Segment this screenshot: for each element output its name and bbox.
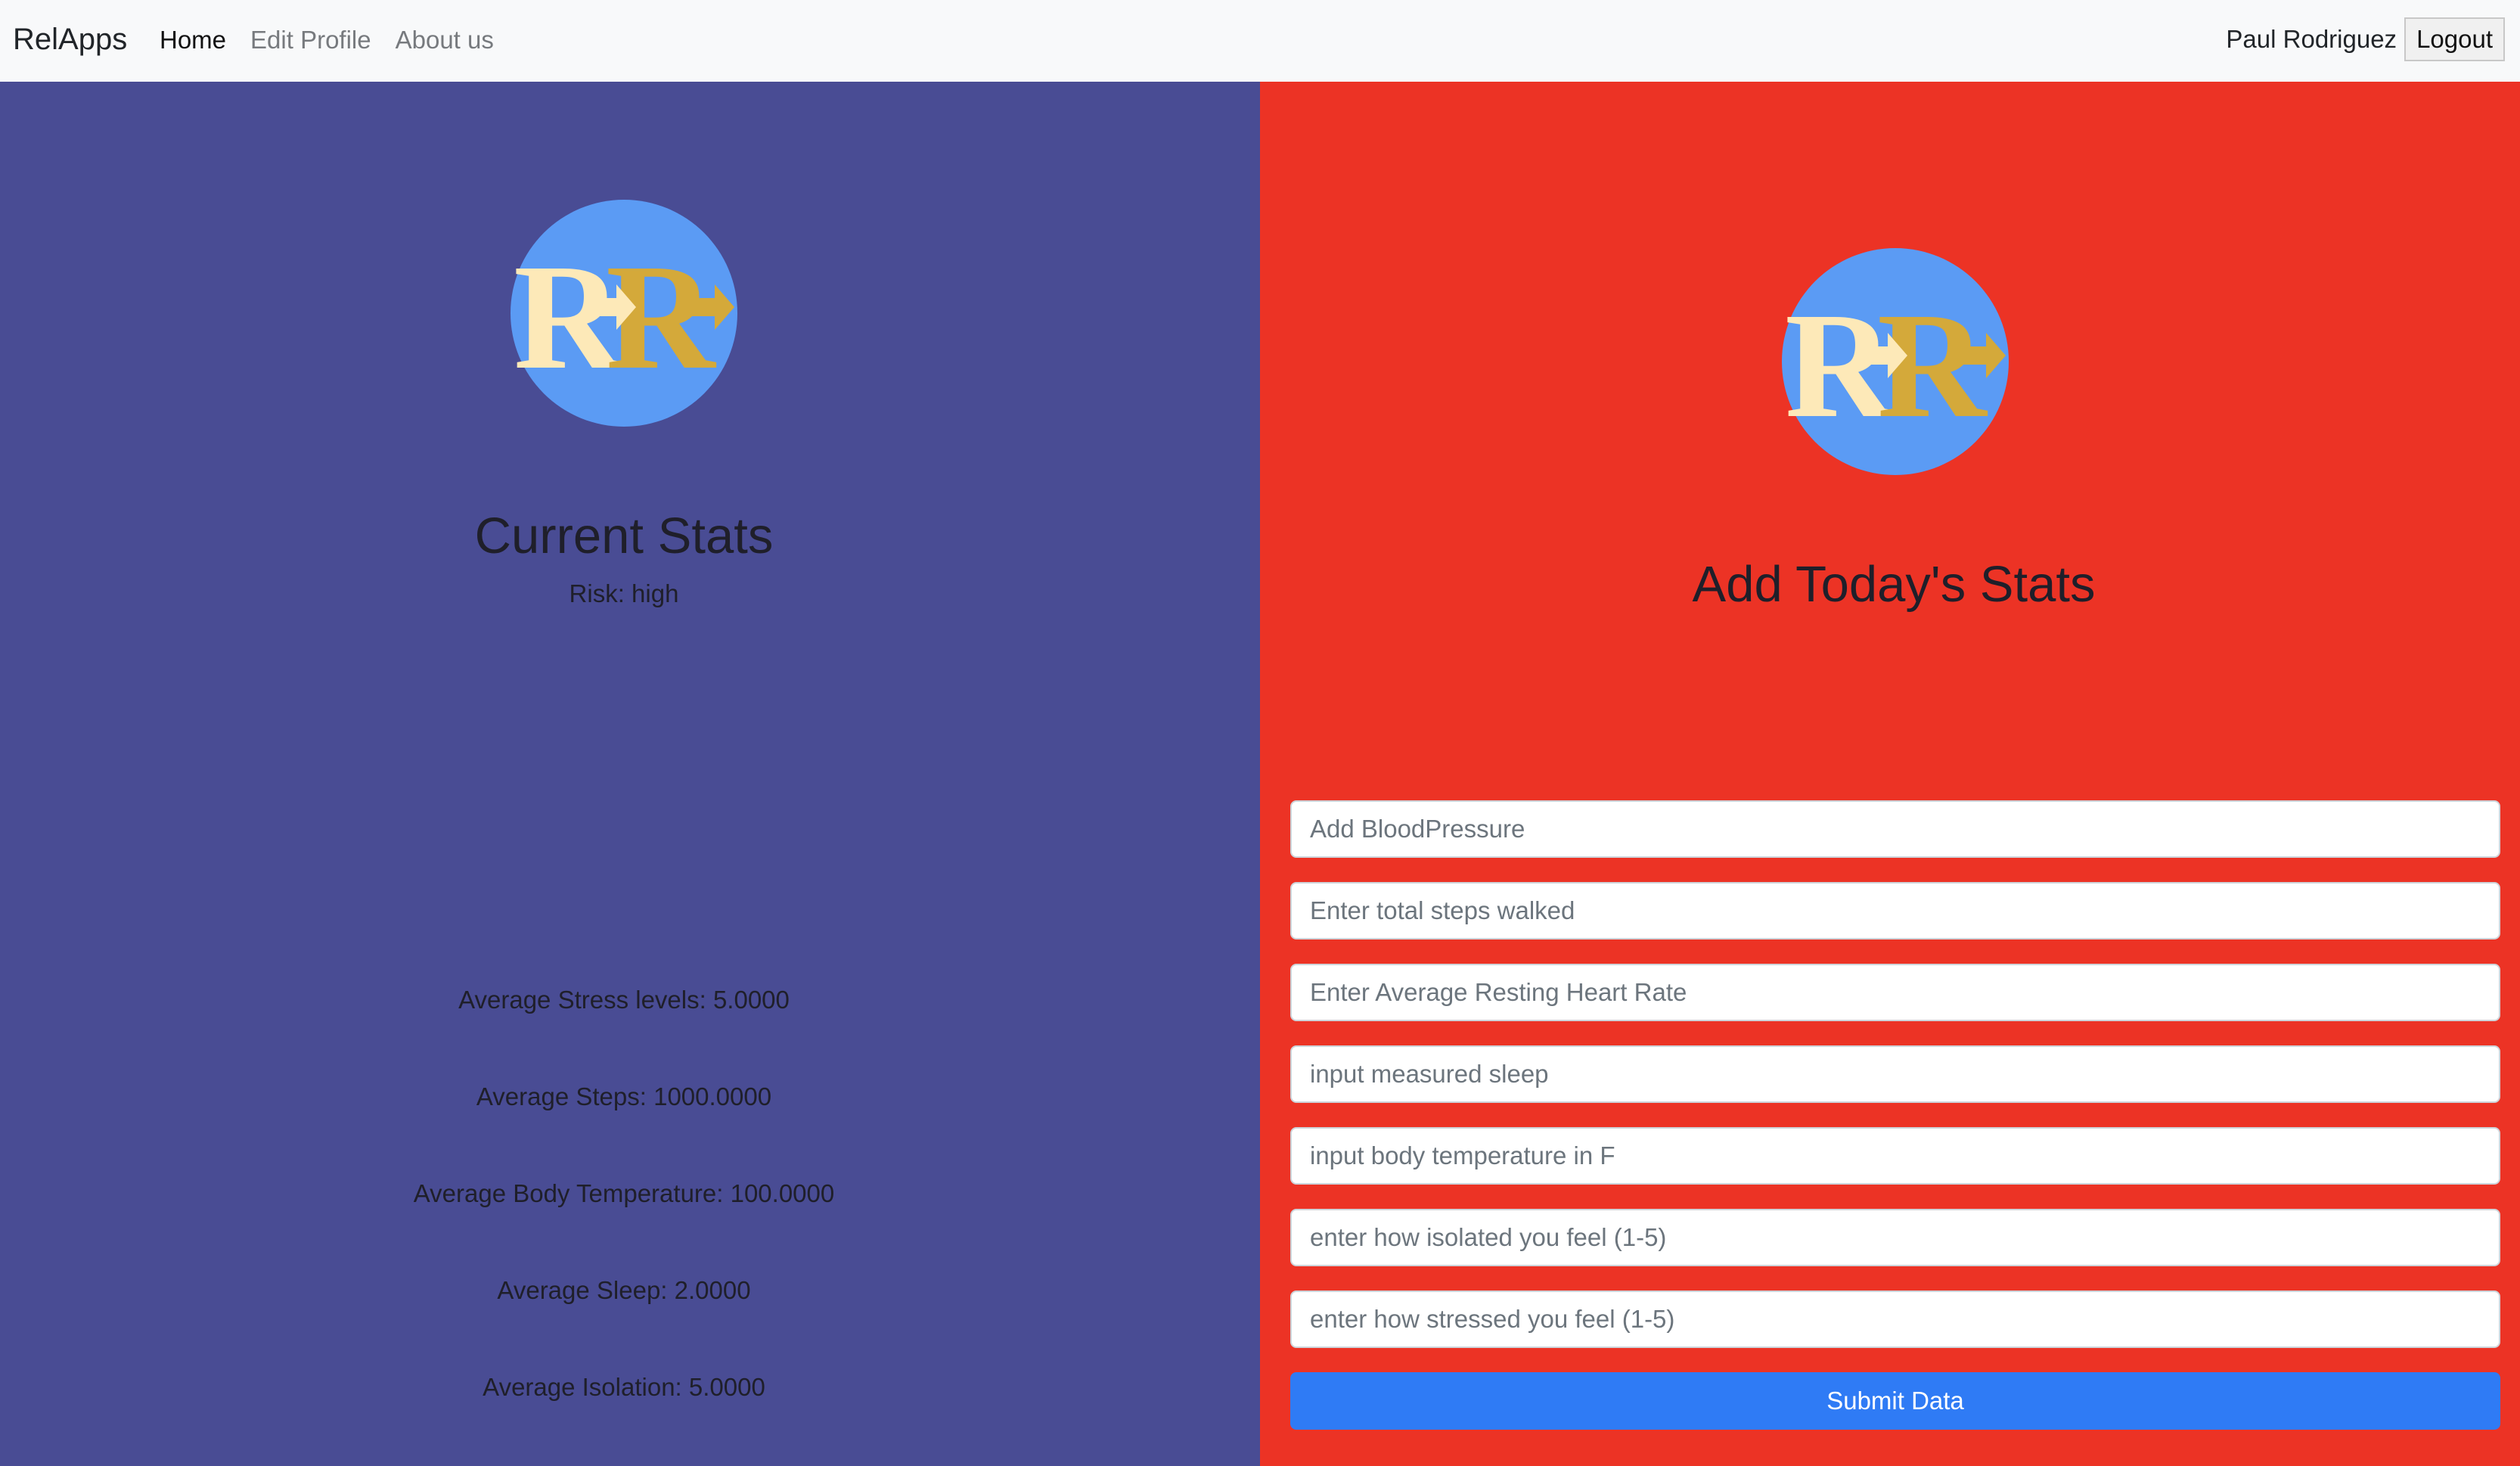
steps-input[interactable] [1290,882,2500,940]
nav-edit-profile-link[interactable]: Edit Profile [250,21,371,59]
blood-pressure-input[interactable] [1290,800,2500,858]
body-temperature-input[interactable] [1290,1127,2500,1185]
isolation-input[interactable] [1290,1209,2500,1266]
avg-stress-stat: Average Stress levels: 5.0000 [458,986,790,1014]
add-stats-heading: Add Today's Stats [1692,556,2096,613]
risk-level: Risk: high [569,579,679,607]
nav-links: Home Edit Profile About us [160,21,494,59]
avg-isolation-stat: Average Isolation: 5.0000 [483,1373,765,1401]
submit-data-button[interactable]: Submit Data [1290,1372,2500,1430]
avg-steps-stat: Average Steps: 1000.0000 [476,1082,772,1110]
current-stats-heading: Current Stats [474,508,774,564]
stress-input[interactable] [1290,1291,2500,1348]
relapps-logo-icon: R R [511,200,737,427]
brand-link[interactable]: RelApps [13,18,127,61]
user-name: Paul Rodriguez [2226,25,2397,53]
sleep-input[interactable] [1290,1045,2500,1103]
relapps-logo-icon: R R [1782,248,2009,475]
resting-heart-rate-input[interactable] [1290,964,2500,1021]
user-area: Paul Rodriguez Logout [2226,17,2505,61]
top-navbar: RelApps Home Edit Profile About us Paul … [0,0,2520,82]
nav-home-link[interactable]: Home [160,21,226,59]
avg-body-temperature-stat: Average Body Temperature: 100.0000 [413,1179,835,1207]
logout-button[interactable]: Logout [2404,17,2505,61]
avg-sleep-stat: Average Sleep: 2.0000 [497,1276,751,1304]
nav-about-us-link[interactable]: About us [396,21,494,59]
